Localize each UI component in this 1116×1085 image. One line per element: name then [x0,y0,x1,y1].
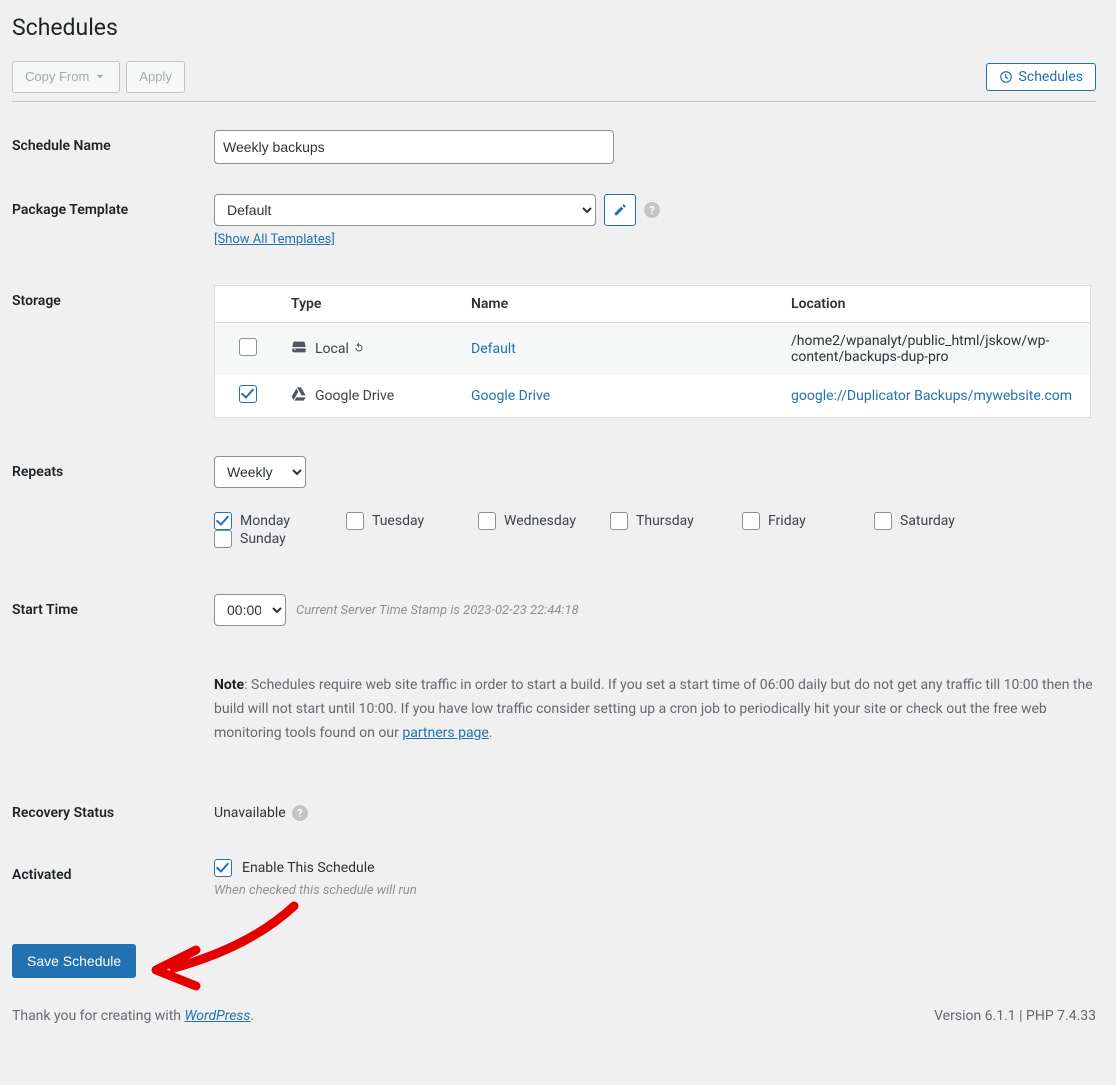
hdd-icon [291,339,307,359]
label-activated: Activated [12,859,214,883]
start-time-note: Note: Schedules require web site traffic… [214,674,1094,745]
storage-name-link[interactable]: Google Drive [471,388,550,404]
day-option: Thursday [610,512,742,530]
page-title: Schedules [12,14,1096,41]
storage-type: Google Drive [291,386,451,406]
day-option: Tuesday [346,512,478,530]
server-time-hint: Current Server Time Stamp is 2023-02-23 … [296,603,579,618]
storage-name-link[interactable]: Default [471,341,516,357]
apply-button[interactable]: Apply [126,61,185,93]
label-storage: Storage [12,285,214,309]
clock-icon [999,70,1013,84]
label-recovery-status: Recovery Status [12,797,214,821]
day-checkbox[interactable] [478,512,496,530]
storage-location-link[interactable]: google://Duplicator Backups/mywebsite.co… [791,388,1072,404]
pencil-square-icon [613,203,627,217]
chevron-down-icon [93,70,107,84]
schedules-link[interactable]: Schedules [986,63,1096,91]
activated-help: When checked this schedule will run [214,883,1096,898]
toolbar: Copy From Apply Schedules [12,61,1096,102]
day-checkbox[interactable] [346,512,364,530]
table-row: Local Default/home2/wpanalyt/public_html/… [215,323,1091,376]
show-all-templates-link[interactable]: [Show All Templates] [214,232,1096,247]
partners-page-link[interactable]: partners page [402,725,489,741]
day-label: Thursday [636,513,694,529]
table-row: Google Drive Google Drive google://Duplica… [215,375,1091,418]
col-type: Type [281,286,461,323]
copy-from-button[interactable]: Copy From [12,61,120,93]
package-template-select[interactable]: Default [214,194,596,226]
col-name: Name [461,286,781,323]
storage-checkbox[interactable] [239,385,257,403]
schedule-name-input[interactable] [214,130,614,164]
storage-checkbox[interactable] [239,338,257,356]
day-label: Saturday [900,513,955,529]
version-text: Version 6.1.1 | PHP 7.4.33 [934,1008,1096,1024]
help-icon[interactable]: ? [292,805,308,821]
label-schedule-name: Schedule Name [12,130,214,154]
save-schedule-button[interactable]: Save Schedule [12,944,136,978]
start-time-select[interactable]: 00:00 [214,594,286,626]
wordpress-link[interactable]: WordPress [184,1008,250,1024]
day-option: Sunday [214,530,346,548]
activated-label: Enable This Schedule [242,860,375,876]
gdrive-icon [291,386,307,406]
storage-table: Type Name Location Local Default/home2/wp… [214,285,1091,418]
footer: Thank you for creating with WordPress. V… [12,1008,1096,1024]
activated-row: Enable This Schedule [214,859,1096,877]
activated-checkbox[interactable] [214,859,232,877]
day-option: Friday [742,512,874,530]
day-checkbox[interactable] [610,512,628,530]
label-start-time: Start Time [12,594,214,618]
day-label: Sunday [240,531,286,547]
label-package-template: Package Template [12,194,214,218]
help-icon[interactable]: ? [644,202,660,218]
storage-type: Local [291,339,451,359]
col-location: Location [781,286,1091,323]
day-label: Tuesday [372,513,424,529]
day-checkbox[interactable] [742,512,760,530]
day-checkbox[interactable] [214,530,232,548]
edit-template-button[interactable] [604,194,636,226]
arrow-annotation [144,894,304,994]
refresh-icon [353,342,365,357]
day-checkbox[interactable] [214,512,232,530]
day-label: Friday [768,513,806,529]
storage-location: /home2/wpanalyt/public_html/jskow/wp-con… [781,323,1091,376]
day-option: Wednesday [478,512,610,530]
recovery-status-value: Unavailable [214,805,286,821]
day-checkbox[interactable] [874,512,892,530]
day-label: Monday [240,513,290,529]
repeats-select[interactable]: Weekly [214,456,306,488]
day-option: Monday [214,512,346,530]
day-option: Saturday [874,512,1006,530]
day-label: Wednesday [504,513,576,529]
label-repeats: Repeats [12,456,214,480]
